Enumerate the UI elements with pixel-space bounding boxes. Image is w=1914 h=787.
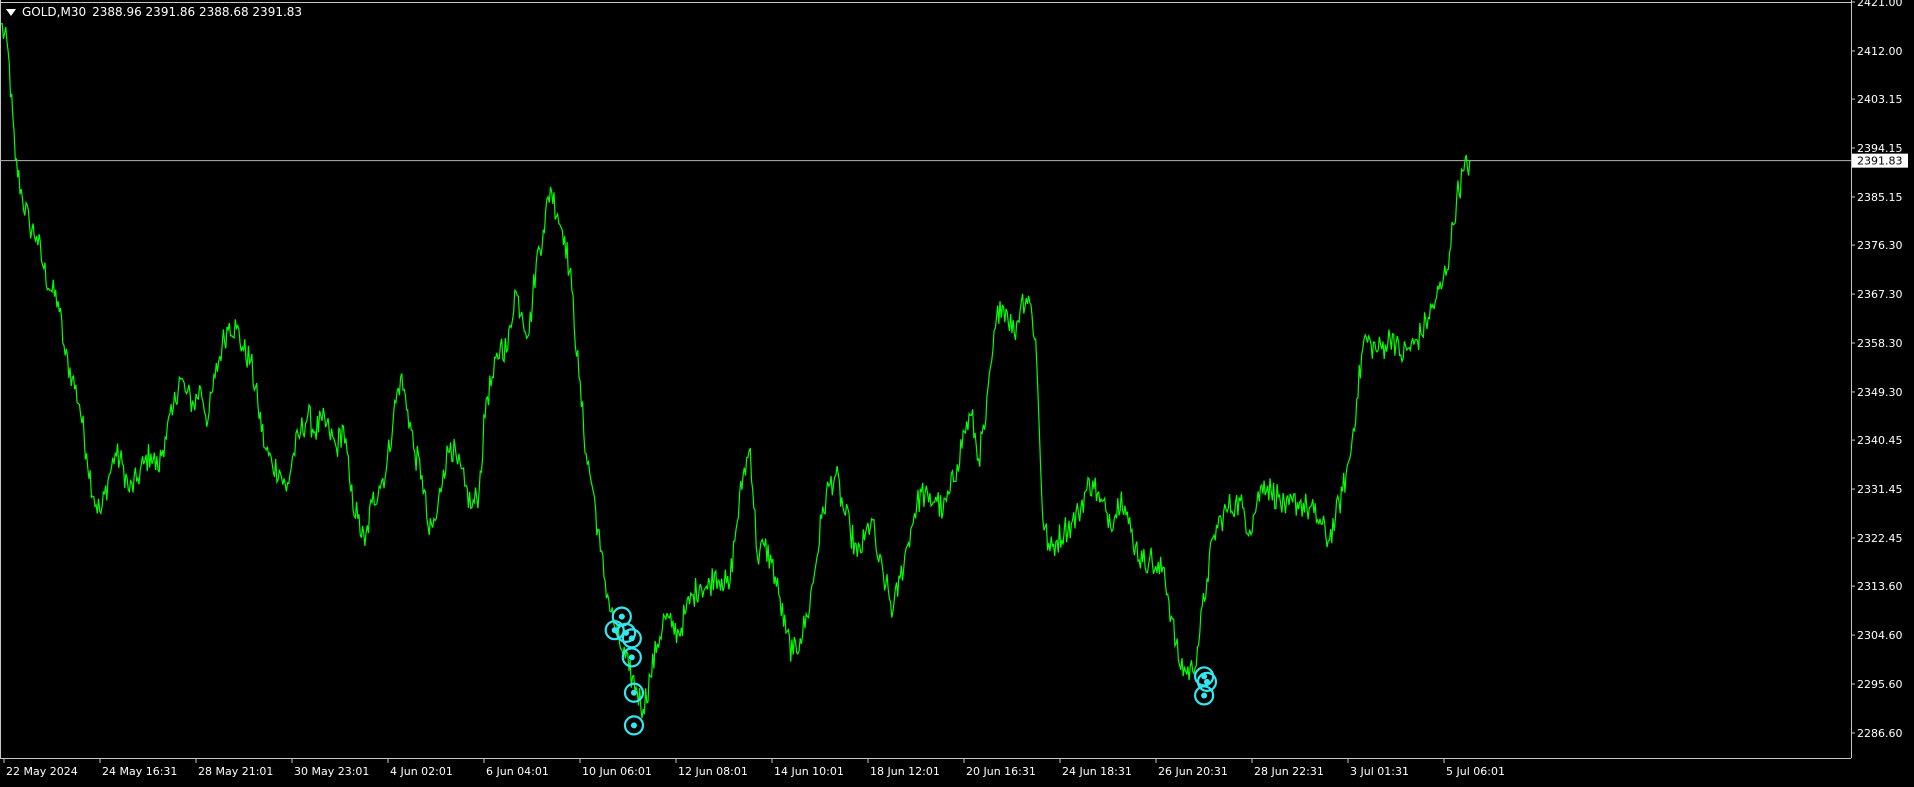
y-tick-label: 2304.60 [1857, 629, 1903, 642]
y-tick-label: 2349.30 [1857, 386, 1903, 399]
x-tick-label: 3 Jul 01:31 [1350, 765, 1409, 778]
price-chart[interactable]: 2421.00 2412.00 2403.15 2394.15 2385.15 2376.… [0, 0, 1914, 783]
chart-area[interactable]: 2421.00 2412.00 2403.15 2394.15 2385.15 2376.… [0, 0, 1914, 783]
current-price-label: 2391.83 [1857, 155, 1903, 168]
symbol-timeframe: GOLD,M30 [22, 5, 87, 19]
y-tick-label: 2295.60 [1857, 678, 1903, 691]
marker-dot [1201, 692, 1208, 699]
x-tick-label: 12 Jun 08:01 [678, 765, 748, 778]
x-tick-label: 6 Jun 04:01 [486, 765, 549, 778]
chart-background [0, 0, 1914, 783]
y-tick-label: 2421.00 [1857, 0, 1903, 9]
y-tick-label: 2412.00 [1857, 45, 1903, 58]
x-tick-label: 28 Jun 22:31 [1254, 765, 1324, 778]
marker-dot [628, 635, 635, 642]
x-tick-label: 18 Jun 12:01 [870, 765, 940, 778]
marker-dot [1203, 678, 1210, 685]
marker-dot [630, 722, 637, 729]
y-tick-label: 2403.15 [1857, 93, 1903, 106]
x-tick-label: 14 Jun 10:01 [774, 765, 844, 778]
chart-header: GOLD,M30 2388.96 2391.86 2388.68 2391.83 [6, 5, 302, 19]
y-tick-label: 2367.30 [1857, 288, 1903, 301]
marker-dot [618, 613, 625, 620]
triangle-down-icon[interactable] [6, 8, 16, 16]
y-tick-label: 2313.60 [1857, 580, 1903, 593]
x-tick-label: 10 Jun 06:01 [582, 765, 652, 778]
x-tick-label: 4 Jun 02:01 [390, 765, 453, 778]
x-tick-label: 30 May 23:01 [294, 765, 369, 778]
x-tick-label: 22 May 2024 [6, 765, 78, 778]
y-tick-label: 2385.15 [1857, 191, 1903, 204]
y-tick-label: 2286.60 [1857, 727, 1903, 740]
ohlc-values: 2388.96 2391.86 2388.68 2391.83 [92, 5, 303, 19]
x-tick-label: 5 Jul 06:01 [1446, 765, 1505, 778]
x-tick-label: 24 May 16:31 [102, 765, 177, 778]
y-tick-label: 2358.30 [1857, 337, 1903, 350]
y-tick-label: 2322.45 [1857, 532, 1903, 545]
y-tick-label: 2376.30 [1857, 239, 1903, 252]
x-tick-label: 20 Jun 16:31 [966, 765, 1036, 778]
current-price-tag: 2391.83 [1852, 153, 1908, 168]
y-tick-label: 2340.45 [1857, 434, 1903, 447]
x-tick-label: 24 Jun 18:31 [1062, 765, 1132, 778]
x-tick-label: 28 May 21:01 [198, 765, 273, 778]
y-tick-label: 2331.45 [1857, 483, 1903, 496]
marker-dot [630, 689, 637, 696]
marker-dot [628, 654, 635, 661]
y-tick-label: 2394.15 [1857, 142, 1903, 155]
x-tick-label: 26 Jun 20:31 [1158, 765, 1228, 778]
